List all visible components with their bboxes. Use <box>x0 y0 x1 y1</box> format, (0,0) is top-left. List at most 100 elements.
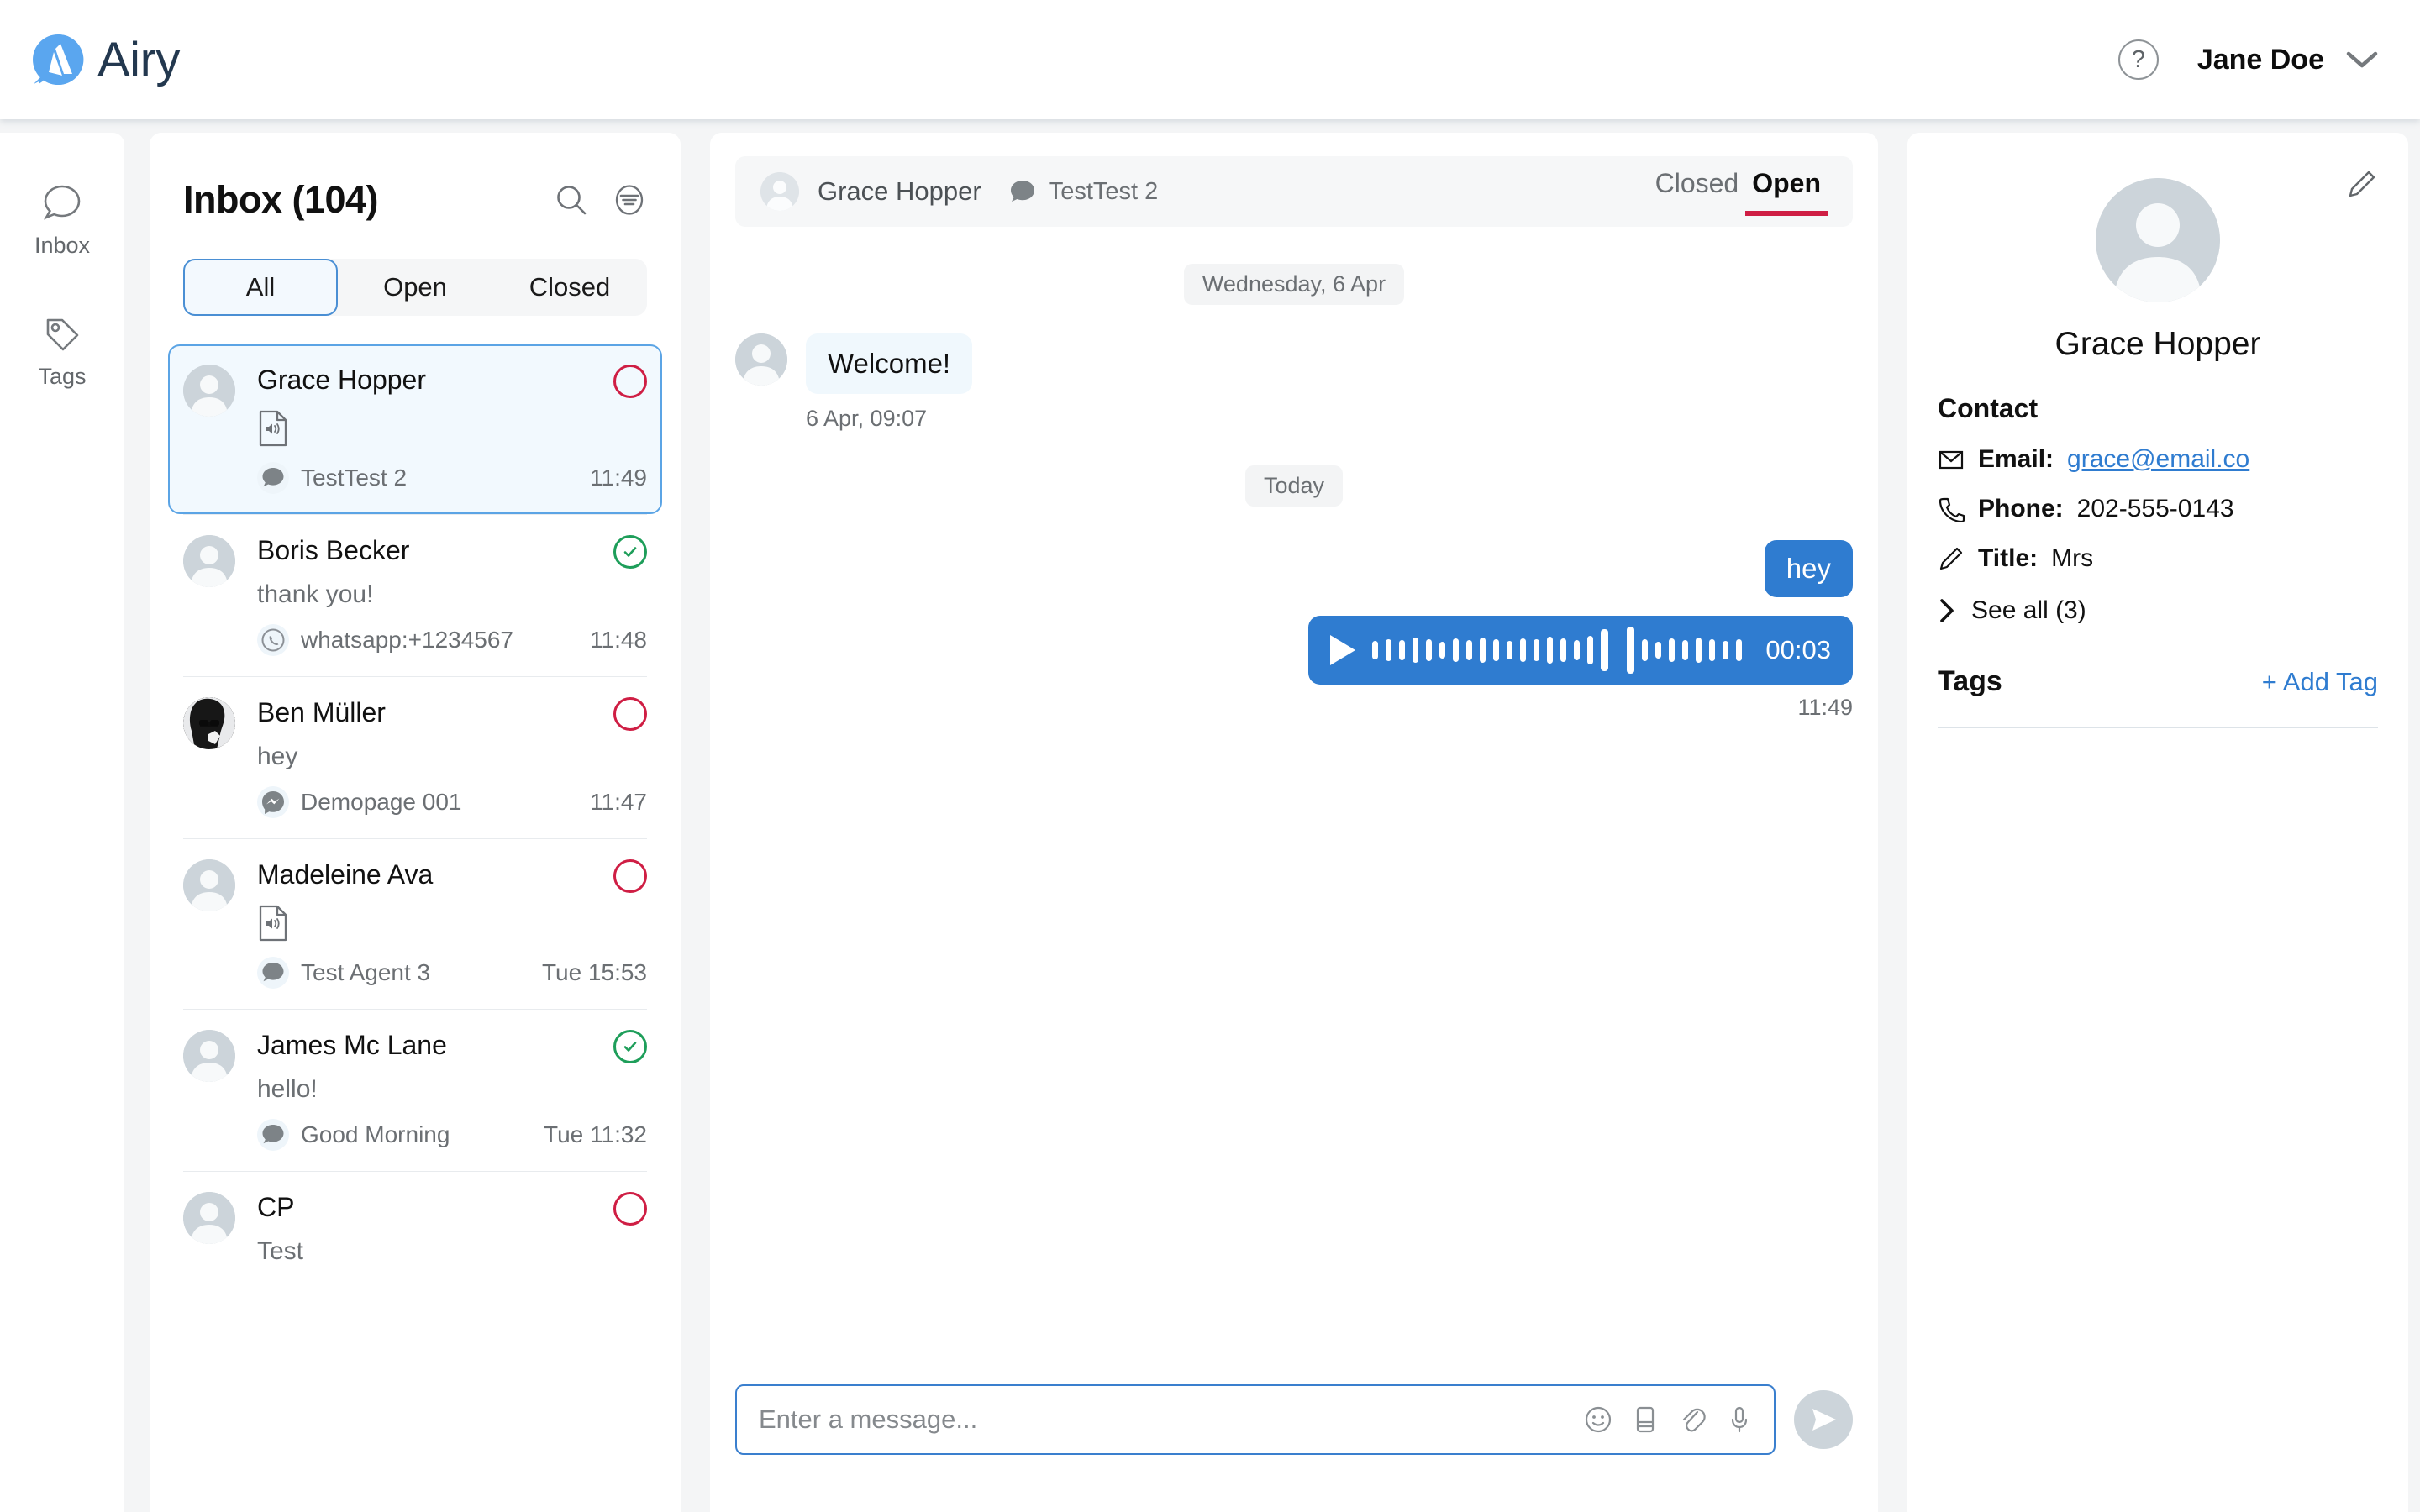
audio-waveform[interactable] <box>1372 627 1743 674</box>
conversation-preview: hey <box>257 743 298 770</box>
send-button[interactable] <box>1794 1390 1853 1449</box>
waveform-bar <box>1669 638 1676 662</box>
avatar <box>183 1030 235 1082</box>
sidebar-item-inbox[interactable]: Inbox <box>0 181 124 259</box>
day-separator: Today <box>735 465 1853 507</box>
waveform-bar <box>1642 639 1649 661</box>
add-tag-button[interactable]: + Add Tag <box>2262 667 2378 697</box>
avatar <box>735 333 787 386</box>
user-menu[interactable]: Jane Doe <box>2197 44 2378 76</box>
topbar-actions: ? Jane Doe <box>2118 39 2378 80</box>
segmented-control: All Open Closed <box>183 259 647 316</box>
conversation-body: Grace Hopper TestTest 2 11:49 <box>257 365 647 494</box>
status-badge[interactable] <box>613 1192 647 1226</box>
conversation-meta: Test Agent 3 Tue 15:53 <box>257 957 647 989</box>
state-closed[interactable]: Closed <box>1649 168 1746 216</box>
tags-title: Tags <box>1938 665 2002 697</box>
message-input[interactable] <box>759 1404 1582 1435</box>
play-icon[interactable] <box>1330 635 1356 665</box>
tab-all[interactable]: All <box>183 259 338 316</box>
waveform-bar <box>1587 636 1594 664</box>
conversation-name: Grace Hopper <box>257 365 426 395</box>
waveform-bar <box>1520 638 1527 662</box>
conversation-title-row: Boris Becker <box>257 535 647 569</box>
message-timestamp: 11:49 <box>1797 695 1853 720</box>
avatar <box>183 1192 235 1244</box>
chat-plugin-icon <box>257 1119 289 1151</box>
inbox-header-actions <box>554 182 647 218</box>
avatar <box>183 365 235 417</box>
waveform-bar <box>1466 640 1473 660</box>
day-separator-label: Wednesday, 6 Apr <box>1183 264 1405 305</box>
conversation-list-item[interactable]: Grace Hopper TestTest 2 11:49 <box>168 344 662 514</box>
conversation-list-item[interactable]: CP Test <box>168 1172 662 1286</box>
conversation-list[interactable]: Grace Hopper TestTest 2 11:49 Boris Becker t… <box>150 344 681 1512</box>
paperclip-icon[interactable] <box>1676 1404 1708 1436</box>
status-badge[interactable] <box>613 535 647 569</box>
conversation-timestamp: Tue 11:32 <box>544 1121 647 1147</box>
message-composer <box>735 1384 1853 1455</box>
tab-open[interactable]: Open <box>338 259 492 316</box>
message-timestamp: 6 Apr, 09:07 <box>806 406 928 431</box>
emoji-icon[interactable] <box>1582 1404 1614 1436</box>
contact-email-value[interactable]: grace@email.co <box>2067 445 2249 474</box>
conversation-timestamp: 11:49 <box>590 465 647 491</box>
conversation-preview <box>257 410 647 447</box>
filter-icon[interactable] <box>612 182 647 218</box>
conversation-meta: Good Morning Tue 11:32 <box>257 1119 647 1151</box>
microphone-icon[interactable] <box>1723 1404 1755 1436</box>
status-badge[interactable] <box>613 365 647 398</box>
help-label: ? <box>2131 45 2145 73</box>
conversation-name: James Mc Lane <box>257 1030 447 1060</box>
waveform-bar <box>1560 638 1567 662</box>
conversation-list-item[interactable]: Madeleine Ava Test Agent 3 Tue 15:53 <box>168 839 662 1009</box>
pencil-icon[interactable] <box>2346 168 2378 200</box>
conversation-title-row: CP <box>257 1192 647 1226</box>
speech-bubble-icon <box>40 181 84 225</box>
help-circle-icon[interactable]: ? <box>2118 39 2159 80</box>
tab-closed[interactable]: Closed <box>492 259 647 316</box>
conversation-name: Madeleine Ava <box>257 859 434 890</box>
conversation-title-row: Madeleine Ava <box>257 859 647 893</box>
conversation-name: CP <box>257 1192 295 1222</box>
brand[interactable]: Airy <box>30 32 180 88</box>
incoming-message: Welcome! 6 Apr, 09:07 <box>735 333 1853 432</box>
divider <box>1938 727 2378 728</box>
mail-icon <box>1938 446 1965 473</box>
whatsapp-icon <box>257 624 289 656</box>
status-badge[interactable] <box>613 697 647 731</box>
avatar <box>2096 178 2220 302</box>
conversation-timestamp: 11:48 <box>590 627 647 653</box>
incoming-message-column: Welcome! 6 Apr, 09:07 <box>806 333 973 432</box>
conversation-meta: Demopage 001 11:47 <box>257 786 647 818</box>
avatar <box>183 535 235 587</box>
conversation-list-item[interactable]: Boris Becker thank you! whatsapp:+1234567 1… <box>168 515 662 676</box>
sidebar-item-tags[interactable]: Tags <box>0 312 124 390</box>
conversation-list-item[interactable]: Ben Müller hey Demopage 001 11:47 <box>168 677 662 838</box>
audio-duration: 00:03 <box>1765 635 1831 664</box>
conversation-preview <box>257 905 647 942</box>
state-open[interactable]: Open <box>1745 168 1828 216</box>
template-icon[interactable] <box>1629 1404 1661 1436</box>
conversation-header: Grace Hopper TestTest 2 Closed Open <box>735 156 1853 227</box>
sidebar-item-label: Inbox <box>34 233 91 258</box>
status-badge[interactable] <box>613 1030 647 1063</box>
message-bubble: Welcome! <box>806 333 973 394</box>
pencil-icon <box>1938 545 1965 572</box>
messenger-icon <box>257 786 289 818</box>
waveform-bar <box>1696 638 1702 663</box>
see-all-button[interactable]: See all (3) <box>1938 596 2378 625</box>
waveform-bar <box>1655 642 1662 659</box>
phone-icon <box>1938 496 1965 522</box>
message-input-wrapper[interactable] <box>735 1384 1776 1455</box>
user-name: Jane Doe <box>2196 43 2324 76</box>
message-list: Wednesday, 6 Apr Welcome! 6 Apr, 09:07 T… <box>710 264 1878 1356</box>
audio-message-player[interactable]: 00:03 <box>1308 616 1853 685</box>
contact-row-title: Title: Mrs <box>1938 544 2378 573</box>
conversation-list-item[interactable]: James Mc Lane hello! Good Morning Tue 11:32 <box>168 1010 662 1171</box>
conversation-body: CP Test <box>257 1192 647 1266</box>
inbox-panel: Inbox (104) All Open Closed Grace Hopper… <box>150 133 681 1512</box>
contact-row-phone: Phone: 202-555-0143 <box>1938 495 2378 523</box>
search-icon[interactable] <box>554 182 589 218</box>
status-badge[interactable] <box>613 859 647 893</box>
